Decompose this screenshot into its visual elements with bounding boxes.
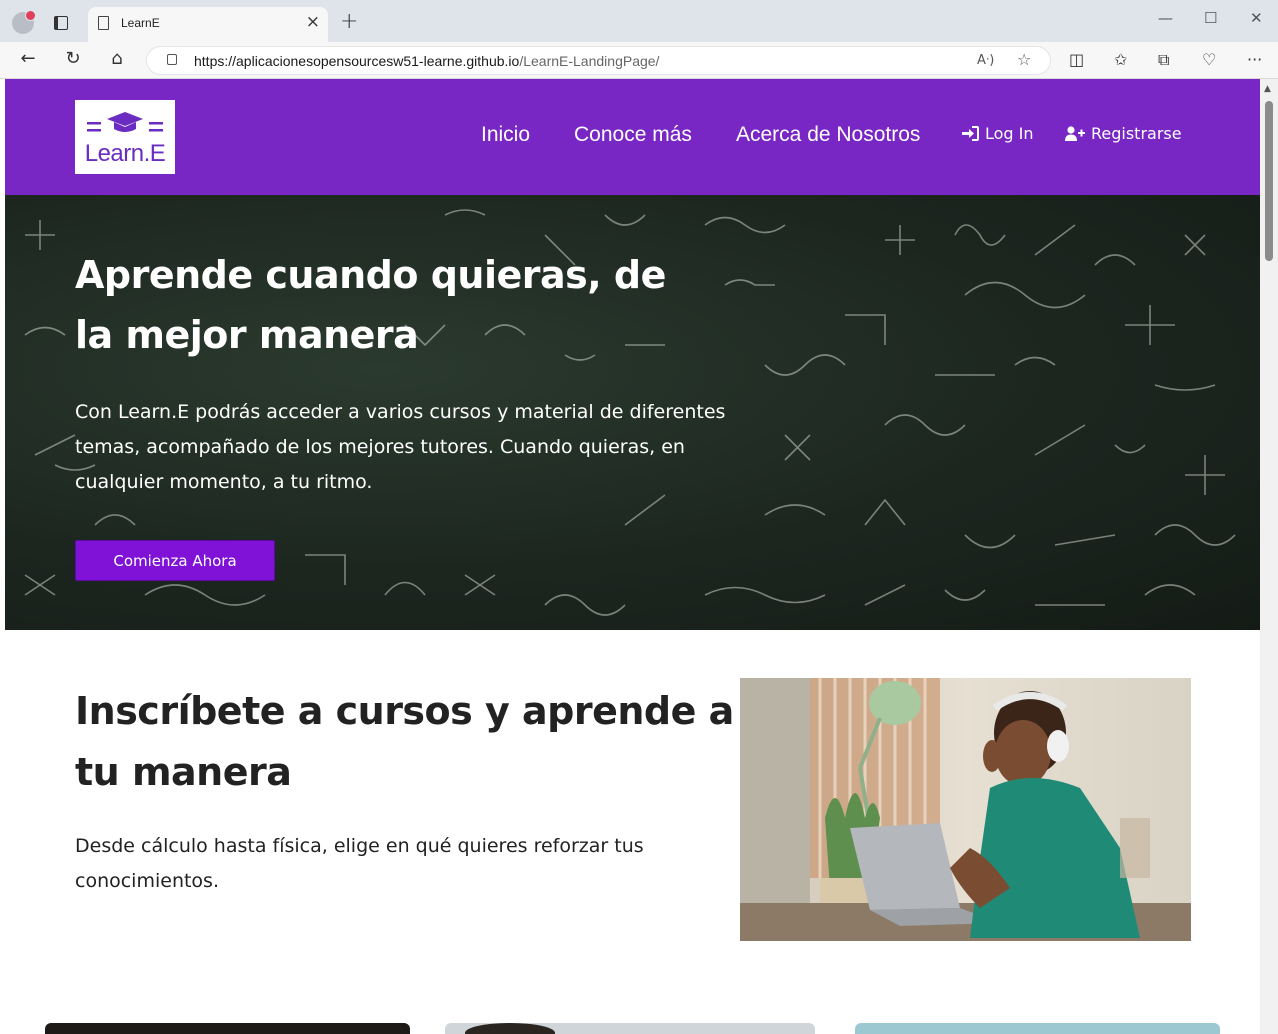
back-icon[interactable]: ←	[16, 48, 40, 69]
logo-text: Learn.E	[84, 140, 166, 167]
profile-avatar-icon[interactable]	[12, 10, 36, 34]
browser-tab[interactable]: LearnE ×	[88, 7, 328, 42]
nav-acerca-de-nosotros[interactable]: Acerca de Nosotros	[736, 123, 920, 147]
login-label: Log In	[985, 124, 1034, 143]
hero-title: Aprende cuando quieras, de la mejor mane…	[75, 253, 666, 357]
split-screen-icon[interactable]: ◫	[1069, 50, 1084, 69]
student-image	[740, 678, 1191, 941]
close-window-icon[interactable]: ✕	[1250, 9, 1263, 27]
page-icon	[98, 16, 109, 30]
nav-inicio[interactable]: Inicio	[481, 123, 530, 147]
logo-lines-icon	[87, 122, 163, 132]
course-card-1[interactable]	[45, 1023, 410, 1034]
read-aloud-icon[interactable]: Aᐧ)	[977, 53, 994, 68]
course-card-2[interactable]	[445, 1023, 815, 1034]
maximize-icon[interactable]: ☐	[1204, 9, 1217, 27]
close-tab-icon[interactable]: ×	[306, 12, 320, 32]
browser-essentials-icon[interactable]: ♡	[1202, 50, 1216, 69]
nav-conoce-mas[interactable]: Conoce más	[574, 123, 692, 147]
site-header: Learn.E Inicio Conoce más Acerca de Noso…	[5, 79, 1260, 195]
course-card-3[interactable]	[855, 1023, 1220, 1034]
section-title: Inscríbete a cursos y aprende a tu maner…	[75, 689, 734, 794]
comienza-ahora-button[interactable]: Comienza Ahora	[75, 540, 275, 581]
login-link[interactable]: Log In	[962, 124, 1034, 143]
logo[interactable]: Learn.E	[75, 100, 175, 174]
page-scrollbar[interactable]: ▲	[1260, 79, 1278, 1034]
tab-actions-icon[interactable]	[54, 16, 68, 30]
register-label: Registrarse	[1091, 124, 1182, 143]
tab-title: LearnE	[121, 16, 160, 30]
address-bar[interactable]: https://aplicacionesopensourcesw51-learn…	[146, 46, 1051, 75]
favorite-star-icon[interactable]: ☆	[1017, 50, 1031, 69]
sign-in-icon	[962, 126, 979, 141]
lock-icon[interactable]	[167, 54, 177, 65]
student-laptop-illustration	[740, 678, 1191, 941]
minimize-icon[interactable]: —	[1158, 9, 1173, 27]
page-viewport: Learn.E Inicio Conoce más Acerca de Noso…	[5, 79, 1260, 1034]
browser-toolbar: ← ↻ ⌂ https://aplicacionesopensourcesw51…	[0, 42, 1278, 79]
user-plus-icon	[1065, 126, 1085, 141]
url-text[interactable]: https://aplicacionesopensourcesw51-learn…	[194, 53, 659, 69]
scroll-up-icon[interactable]: ▲	[1264, 84, 1271, 94]
hero-text: Con Learn.E podrás acceder a varios curs…	[75, 401, 726, 493]
collections-icon[interactable]: ⧉	[1158, 50, 1169, 70]
favorites-icon[interactable]: ✩	[1114, 50, 1127, 69]
browser-titlebar: LearnE × + — ☐ ✕	[0, 0, 1278, 42]
hero-section: Aprende cuando quieras, de la mejor mane…	[5, 195, 1260, 630]
more-menu-icon[interactable]: ···	[1247, 50, 1262, 69]
new-tab-icon[interactable]: +	[340, 9, 358, 34]
refresh-icon[interactable]: ↻	[61, 48, 85, 69]
scrollbar-thumb[interactable]	[1265, 101, 1273, 261]
section-text: Desde cálculo hasta física, elige en qué…	[75, 835, 644, 892]
card-2-image	[465, 1023, 555, 1034]
register-link[interactable]: Registrarse	[1065, 124, 1182, 143]
home-icon[interactable]: ⌂	[105, 48, 129, 69]
